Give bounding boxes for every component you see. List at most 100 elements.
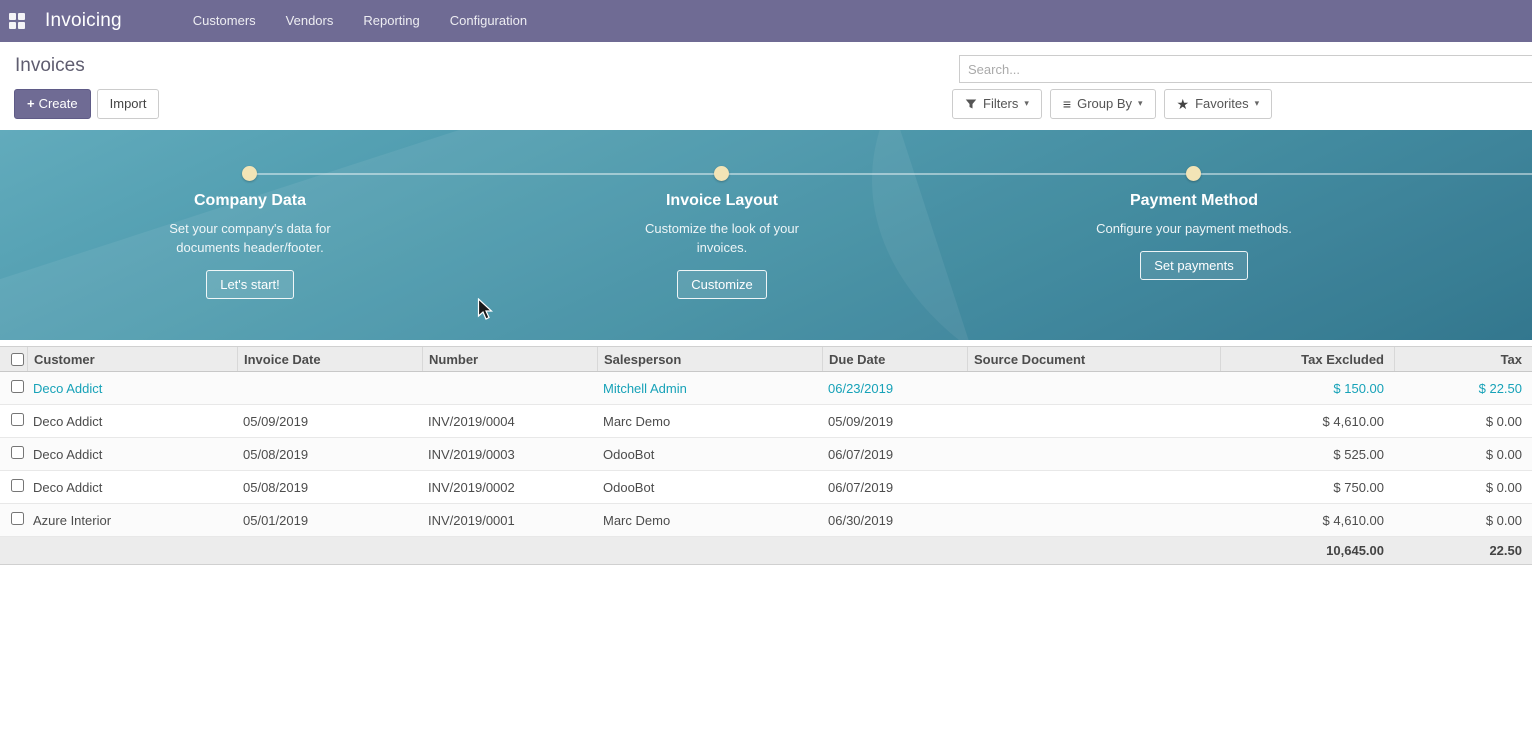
table-row[interactable]: Azure Interior 05/01/2019 INV/2019/0001 …	[0, 504, 1532, 537]
cell-due-date: 06/30/2019	[822, 513, 967, 528]
step-company-data: Company Data Set your company's data for…	[14, 192, 486, 299]
step-payment-method: Payment Method Configure your payment me…	[958, 192, 1430, 299]
cell-tax: $ 0.00	[1394, 414, 1532, 429]
top-navbar: Invoicing Customers Vendors Reporting Co…	[0, 0, 1532, 42]
column-header-invoice-date[interactable]: Invoice Date	[237, 347, 422, 371]
cell-tax-excluded: $ 750.00	[1220, 480, 1394, 495]
table-body: Deco Addict Mitchell Admin 06/23/2019 $ …	[0, 372, 1532, 537]
nav-menu: Customers Vendors Reporting Configuratio…	[178, 0, 542, 42]
cell-salesperson: Mitchell Admin	[597, 381, 822, 396]
column-header-source-document[interactable]: Source Document	[967, 347, 1220, 371]
row-checkbox[interactable]	[11, 380, 24, 393]
step-description: Configure your payment methods.	[1094, 219, 1294, 238]
step-title: Invoice Layout	[486, 192, 958, 210]
onboarding-banner: Company Data Set your company's data for…	[0, 130, 1532, 340]
apps-icon-square	[9, 13, 16, 20]
favorites-label: Favorites	[1195, 96, 1248, 112]
row-checkbox[interactable]	[11, 413, 24, 426]
menu-reporting[interactable]: Reporting	[348, 0, 434, 42]
select-all-checkbox[interactable]	[11, 353, 24, 366]
caret-down-icon: ▾	[1138, 98, 1143, 109]
step-title: Company Data	[14, 192, 486, 210]
column-header-tax[interactable]: Tax	[1394, 347, 1532, 371]
cell-salesperson: Marc Demo	[597, 513, 822, 528]
star-icon: ★	[1177, 97, 1190, 111]
column-header-salesperson[interactable]: Salesperson	[597, 347, 822, 371]
table-row[interactable]: Deco Addict Mitchell Admin 06/23/2019 $ …	[0, 372, 1532, 405]
row-checkbox-cell	[0, 512, 27, 528]
favorites-button[interactable]: ★ Favorites ▾	[1164, 89, 1273, 119]
step-description: Customize the look of your invoices.	[622, 219, 822, 257]
menu-configuration[interactable]: Configuration	[435, 0, 542, 42]
app-title[interactable]: Invoicing	[45, 10, 122, 32]
cell-invoice-date: 05/09/2019	[237, 414, 422, 429]
row-checkbox-cell	[0, 380, 27, 396]
step-dot	[242, 166, 257, 181]
column-header-customer[interactable]: Customer	[27, 347, 237, 371]
table-row[interactable]: Deco Addict 05/08/2019 INV/2019/0003 Odo…	[0, 438, 1532, 471]
view-controls: Filters ▾ ≡ Group By ▾ ★ Favorites ▾	[952, 89, 1272, 119]
table-row[interactable]: Deco Addict 05/08/2019 INV/2019/0002 Odo…	[0, 471, 1532, 504]
cell-tax: $ 0.00	[1394, 447, 1532, 462]
apps-icon-square	[18, 13, 25, 20]
row-checkbox[interactable]	[11, 512, 24, 525]
step-description: Set your company's data for documents he…	[150, 219, 350, 257]
apps-icon-square	[9, 22, 16, 29]
filters-label: Filters	[983, 96, 1018, 112]
footer-tax-excluded-total: 10,645.00	[1220, 543, 1394, 558]
cell-tax-excluded: $ 4,610.00	[1220, 414, 1394, 429]
table-row[interactable]: Deco Addict 05/09/2019 INV/2019/0004 Mar…	[0, 405, 1532, 438]
lets-start-button[interactable]: Let's start!	[206, 270, 294, 299]
filters-button[interactable]: Filters ▾	[952, 89, 1042, 119]
caret-down-icon: ▾	[1255, 98, 1260, 109]
group-by-label: Group By	[1077, 96, 1132, 112]
row-checkbox[interactable]	[11, 446, 24, 459]
cell-customer: Deco Addict	[27, 414, 237, 429]
action-buttons: +Create Import	[14, 89, 159, 119]
cell-customer: Deco Addict	[27, 381, 237, 396]
cell-tax-excluded: $ 525.00	[1220, 447, 1394, 462]
column-header-due-date[interactable]: Due Date	[822, 347, 967, 371]
row-checkbox[interactable]	[11, 479, 24, 492]
row-checkbox-cell	[0, 479, 27, 495]
cell-tax: $ 0.00	[1394, 513, 1532, 528]
column-header-number[interactable]: Number	[422, 347, 597, 371]
cell-tax: $ 22.50	[1394, 381, 1532, 396]
row-checkbox-cell	[0, 446, 27, 462]
cell-due-date: 06/23/2019	[822, 381, 967, 396]
step-dot	[714, 166, 729, 181]
cell-due-date: 06/07/2019	[822, 447, 967, 462]
cell-due-date: 05/09/2019	[822, 414, 967, 429]
apps-menu-icon[interactable]	[9, 13, 25, 29]
customize-button[interactable]: Customize	[677, 270, 766, 299]
group-by-button[interactable]: ≡ Group By ▾	[1050, 89, 1156, 119]
step-invoice-layout: Invoice Layout Customize the look of you…	[486, 192, 958, 299]
create-button[interactable]: +Create	[14, 89, 91, 119]
menu-vendors[interactable]: Vendors	[271, 0, 349, 42]
group-by-icon: ≡	[1063, 97, 1071, 111]
column-header-tax-excluded[interactable]: Tax Excluded	[1220, 347, 1394, 371]
cell-invoice-date: 05/08/2019	[237, 480, 422, 495]
cell-tax-excluded: $ 150.00	[1220, 381, 1394, 396]
search-input[interactable]	[959, 55, 1532, 83]
menu-customers[interactable]: Customers	[178, 0, 271, 42]
import-button[interactable]: Import	[97, 89, 160, 119]
table-header: Customer Invoice Date Number Salesperson…	[0, 346, 1532, 372]
cell-customer: Azure Interior	[27, 513, 237, 528]
cell-number: INV/2019/0001	[422, 513, 597, 528]
cell-customer: Deco Addict	[27, 480, 237, 495]
cell-number: INV/2019/0003	[422, 447, 597, 462]
set-payments-button[interactable]: Set payments	[1140, 251, 1248, 280]
cell-invoice-date: 05/01/2019	[237, 513, 422, 528]
cell-number: INV/2019/0002	[422, 480, 597, 495]
footer-tax-total: 22.50	[1394, 543, 1532, 558]
cell-salesperson: Marc Demo	[597, 414, 822, 429]
apps-icon-square	[18, 22, 25, 29]
table-footer: 10,645.00 22.50	[0, 537, 1532, 565]
filter-icon	[965, 98, 977, 110]
cell-salesperson: OdooBot	[597, 447, 822, 462]
page-title: Invoices	[15, 55, 85, 77]
step-dot	[1186, 166, 1201, 181]
cell-invoice-date: 05/08/2019	[237, 447, 422, 462]
cell-number: INV/2019/0004	[422, 414, 597, 429]
